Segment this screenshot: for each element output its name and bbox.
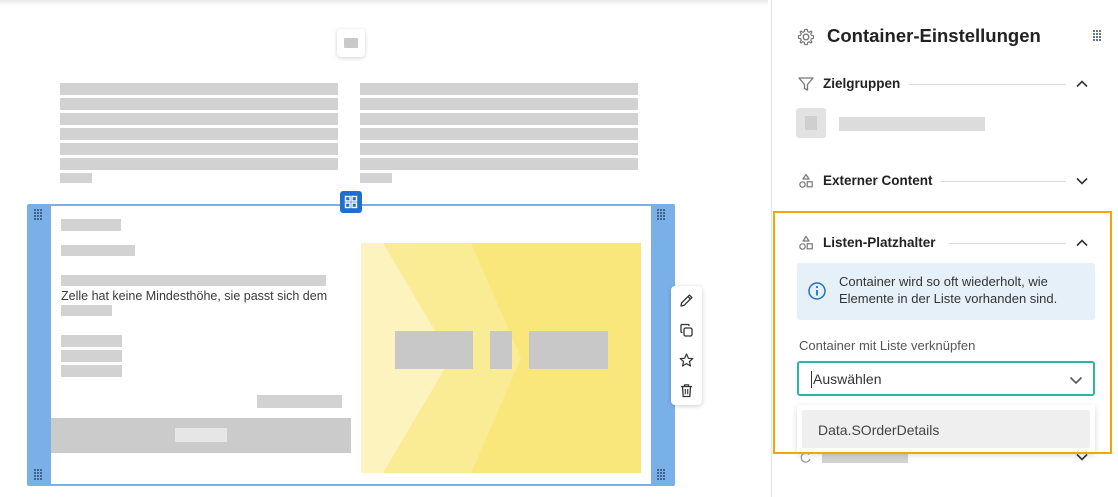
- section-title-externer-content: Externer Content: [823, 173, 933, 188]
- filter-icon: [798, 77, 814, 91]
- audience-placeholder-text: [839, 117, 985, 131]
- placeholder-line: [60, 173, 92, 183]
- drag-handle-bottom-left[interactable]: [34, 469, 44, 481]
- placeholder-line: [360, 128, 638, 140]
- pencil-icon: [680, 294, 693, 307]
- editor-canvas: Zelle hat keine Mindesthöhe, sie passt s…: [0, 0, 768, 497]
- element-toolbar: [671, 286, 702, 405]
- highlight-frame: [773, 211, 1112, 454]
- gear-icon: [797, 28, 815, 46]
- placeholder-line: [61, 245, 135, 256]
- placeholder-line: [60, 98, 338, 110]
- container-type-badge[interactable]: [340, 191, 362, 213]
- panel-drag-handle[interactable]: [1093, 30, 1103, 42]
- delete-button[interactable]: [678, 382, 695, 399]
- grid-icon: [344, 195, 358, 209]
- placeholder-line: [257, 395, 342, 408]
- placeholder-line: [60, 143, 338, 155]
- image-placeholder[interactable]: [361, 243, 641, 473]
- star-icon: [679, 353, 694, 367]
- placeholder-line: [360, 158, 638, 170]
- placeholder-box: [529, 331, 608, 369]
- placeholder-button[interactable]: [51, 418, 351, 453]
- placeholder-line: [360, 83, 638, 95]
- shapes-icon: [799, 173, 813, 188]
- placeholder-line: [60, 113, 338, 125]
- cell-hint-text: Zelle hat keine Mindesthöhe, sie passt s…: [61, 289, 328, 303]
- drag-handle-top-left[interactable]: [34, 209, 44, 221]
- placeholder-line: [60, 128, 338, 140]
- placeholder-line: [360, 143, 638, 155]
- placeholder-section-title: [822, 453, 908, 463]
- placeholder-line: [61, 335, 122, 347]
- avatar-placeholder: [805, 116, 817, 130]
- add-element-button[interactable]: [337, 29, 365, 57]
- canvas-top-shadow: [0, 0, 768, 6]
- placeholder-heading: [61, 219, 121, 231]
- placeholder-line: [360, 98, 638, 110]
- placeholder-line: [60, 83, 338, 95]
- copy-icon: [680, 323, 693, 337]
- duplicate-button[interactable]: [678, 322, 695, 339]
- placeholder-button-label: [175, 428, 227, 442]
- chevron-up-icon[interactable]: [1074, 76, 1090, 92]
- placeholder-line: [61, 350, 122, 362]
- panel-title: Container-Einstellungen: [827, 25, 1041, 46]
- add-element-icon: [344, 38, 358, 48]
- trash-icon: [681, 384, 692, 398]
- placeholder-line: [61, 275, 326, 286]
- section-title-zielgruppen: Zielgruppen: [823, 76, 901, 91]
- audience-avatar: [796, 108, 826, 138]
- placeholder-box: [490, 331, 512, 369]
- drag-handle-bottom-right[interactable]: [657, 469, 667, 481]
- placeholder-box: [395, 331, 473, 369]
- section-divider: [909, 84, 1066, 85]
- favorite-button[interactable]: [678, 352, 695, 369]
- drag-handle-top-right[interactable]: [657, 209, 667, 221]
- placeholder-line: [360, 113, 638, 125]
- edit-button[interactable]: [678, 292, 695, 309]
- section-divider: [941, 181, 1066, 182]
- chevron-down-icon[interactable]: [1074, 173, 1090, 189]
- placeholder-line: [61, 305, 112, 316]
- placeholder-line: [60, 158, 338, 170]
- placeholder-line: [61, 365, 122, 377]
- placeholder-line: [360, 173, 392, 183]
